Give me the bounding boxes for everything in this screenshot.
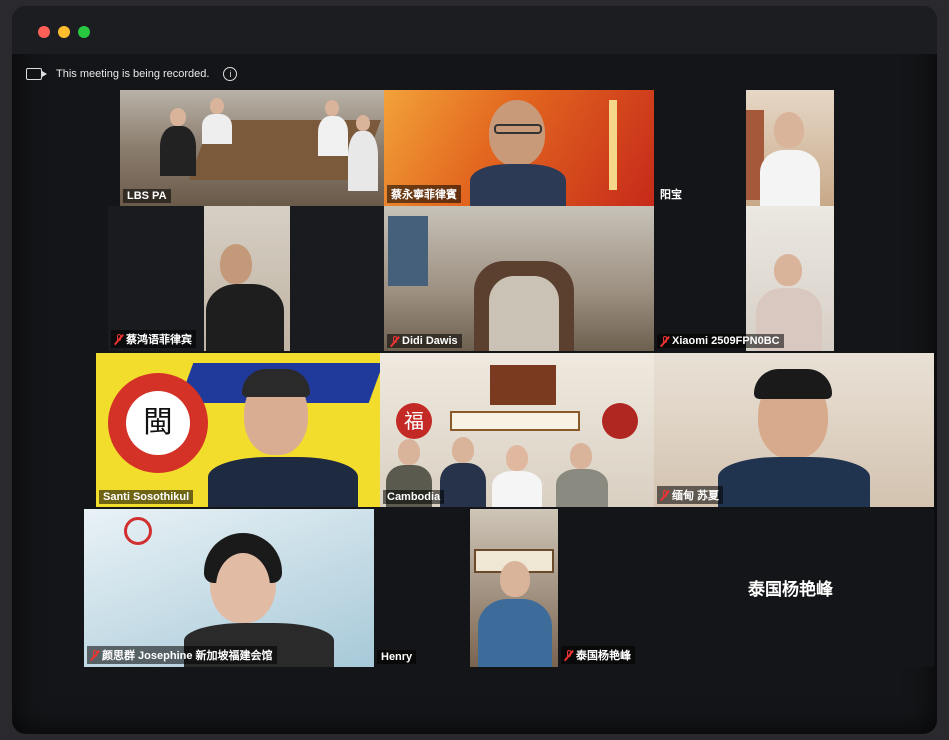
video-tile-cai-hong-yu[interactable]: 蔡鸿语菲律宾 [108,206,384,351]
muted-mic-icon [115,333,123,345]
video-tile-henry[interactable]: Henry [374,509,558,667]
participant-name-label: 阳宝 [660,189,682,201]
participant-name-label: 颜思群 Josephine 新加坡福建会馆 [87,646,277,664]
portrait-frames [490,365,556,405]
close-window-button[interactable] [38,26,50,38]
video-tile-top-right[interactable] [746,90,834,206]
recording-camera-icon [26,68,47,80]
recording-notice-text: This meeting is being recorded. [56,68,210,80]
video-tile-miandian[interactable]: 缅甸 苏夏 [654,353,934,507]
participant-name-label: Xiaomi 2509FPN0BC [657,334,784,348]
participant-name-label: Henry [377,650,417,664]
video-tile-didi-dawis[interactable]: Didi Dawis [384,206,654,351]
hair [242,369,310,397]
video-tile-lbs-pa[interactable]: LBS PA [120,90,384,206]
association-logo-icon [602,403,638,439]
recording-banner: This meeting is being recorded. i [26,62,238,86]
participant-name-label: 蔡永寧菲律賓 [387,185,461,203]
calligraphy-plaque [450,411,580,431]
participant-name-label: 蔡鸿语菲律宾 [111,330,196,348]
video-tile-yang-bao[interactable]: 阳宝 [654,90,744,206]
muted-mic-icon [661,489,669,501]
muted-mic-icon [661,335,669,347]
participant-name-label: 缅甸 苏夏 [657,486,724,504]
participant-display-name: 泰国杨艳峰 [748,580,833,599]
video-tile-thailand[interactable]: 泰国杨艳峰 泰国杨艳峰 [558,509,934,667]
wall-screen [388,216,428,286]
gear-logo-character: 閩 [126,391,190,455]
participant-name-label: Didi Dawis [387,334,462,348]
video-tile-cai-yong-ning[interactable]: 蔡永寧菲律賓 [384,90,654,206]
muted-mic-icon [91,649,99,661]
title-bar [12,6,937,54]
hair [754,369,832,399]
participant-name-label: LBS PA [123,189,171,203]
association-logo-icon [124,517,152,545]
video-tile-cambodia[interactable]: 福 Cambodia [380,353,654,507]
zoom-window: This meeting is being recorded. i LBS PA… [12,6,937,734]
video-tile-santi[interactable]: 閩 Santi Sosothikul [96,353,380,507]
participant-name-label: Cambodia [383,490,445,504]
pillar-decoration [609,100,617,190]
participant-name-label: Santi Sosothikul [99,490,194,504]
table-center [489,276,559,351]
participant-name-label: 泰国杨艳峰 [561,646,635,664]
video-tile-josephine[interactable]: 颜思群 Josephine 新加坡福建会馆 [84,509,374,667]
video-tile-xiaomi[interactable]: Xiaomi 2509FPN0BC [654,206,834,351]
info-icon[interactable]: i [223,67,238,81]
minimize-window-button[interactable] [58,26,70,38]
maximize-window-button[interactable] [78,26,90,38]
muted-mic-icon [391,335,399,347]
fujian-logo-icon: 福 [396,403,432,439]
glasses [494,124,542,134]
muted-mic-icon [565,649,573,661]
